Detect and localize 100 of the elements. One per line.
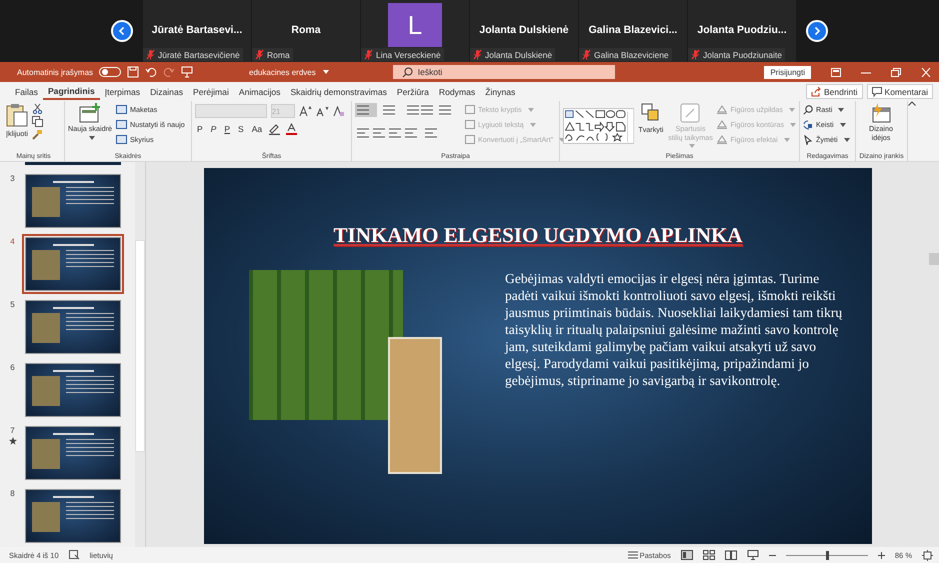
slide-thumbnail[interactable] xyxy=(25,363,121,417)
notes-icon xyxy=(628,551,638,559)
undo-icon[interactable] xyxy=(145,66,158,78)
slide-sorter-icon[interactable] xyxy=(702,550,715,560)
slide-number: 4 xyxy=(10,237,15,246)
slide-thumbnail[interactable] xyxy=(25,300,121,354)
caret-icon xyxy=(844,138,850,142)
sign-in-button[interactable]: Prisijungti xyxy=(764,66,811,78)
shrink-font-icon[interactable] xyxy=(316,106,329,116)
search-icon xyxy=(402,66,413,78)
caret-icon xyxy=(528,108,534,112)
scissors-icon[interactable] xyxy=(32,103,43,114)
grow-font-icon[interactable] xyxy=(299,106,312,116)
format-button[interactable]: P xyxy=(195,123,205,135)
participant-title: Jolanta Dulskienė xyxy=(479,24,569,36)
slide-thumbnail[interactable] xyxy=(25,489,121,543)
layout-icon xyxy=(116,105,127,114)
avatar: L xyxy=(388,3,442,47)
ribbon-display-icon[interactable] xyxy=(831,68,841,76)
slide-number: 3 xyxy=(10,174,15,183)
caret-icon xyxy=(530,122,536,126)
comment-icon xyxy=(872,86,882,96)
participant-title: Roma xyxy=(291,24,321,36)
format-painter-icon[interactable] xyxy=(32,129,43,140)
slide-thumbnail[interactable] xyxy=(25,237,121,291)
format-button[interactable]: P xyxy=(208,123,218,135)
document-title[interactable]: edukacines erdves xyxy=(249,68,329,76)
ribbon-tab[interactable]: Dizainas xyxy=(145,83,188,100)
close-icon[interactable] xyxy=(921,68,931,76)
slide-number: 5 xyxy=(10,300,15,309)
participant-name: Roma xyxy=(267,50,290,60)
restore-icon[interactable] xyxy=(891,68,901,76)
participant-name: Jolanta Dulskienė xyxy=(485,50,552,60)
ribbon-tab[interactable]: Perėjimai xyxy=(188,83,234,100)
ribbon-tab[interactable]: Žinynas xyxy=(480,83,520,100)
share-button[interactable]: Bendrinti xyxy=(806,84,863,99)
slide-thumbnail[interactable] xyxy=(25,426,121,480)
font-name-field[interactable] xyxy=(195,104,267,118)
font-color-icon[interactable] xyxy=(285,123,298,135)
clear-format-icon[interactable] xyxy=(333,106,345,116)
layout-icon xyxy=(116,135,127,144)
collapse-ribbon-icon[interactable] xyxy=(908,101,916,106)
participant-name: Lina Verseckienė xyxy=(376,50,441,60)
participant-name: Galina Blazeviciene xyxy=(594,50,669,60)
search-icon xyxy=(803,104,813,114)
comments-button[interactable]: Komentarai xyxy=(866,84,933,99)
format-button[interactable]: Aa xyxy=(250,123,264,135)
fit-to-window-icon[interactable] xyxy=(922,550,933,560)
participant-title: Jūratė Bartasevi... xyxy=(152,24,242,36)
presentation-icon[interactable] xyxy=(181,66,194,78)
scrollbar[interactable] xyxy=(135,162,145,547)
ribbon-tab[interactable]: Animacijos xyxy=(234,83,286,100)
slide-title: TINKAMO ELGESIO UGDYMO APLINKA xyxy=(334,223,742,248)
layout-icon xyxy=(116,120,127,129)
next-button[interactable] xyxy=(806,20,828,42)
caret-icon xyxy=(688,144,695,148)
normal-view-icon[interactable] xyxy=(680,550,693,560)
highlight-icon[interactable] xyxy=(268,123,282,135)
participant-name: Jolanta Puodziunaite xyxy=(703,50,782,60)
chevron-right-icon xyxy=(812,26,822,36)
accessibility-icon[interactable] xyxy=(68,550,80,560)
participant-title: Galina Blazevici... xyxy=(588,24,678,36)
replace-icon xyxy=(803,120,813,130)
copy-icon[interactable] xyxy=(32,116,43,127)
participant-title: Jolanta Puodziu... xyxy=(697,24,787,36)
caret-icon xyxy=(788,108,795,112)
caret-icon xyxy=(838,108,844,112)
caret-icon xyxy=(322,70,329,74)
slide-number: 8 xyxy=(10,489,15,498)
format-button[interactable]: S xyxy=(236,123,246,135)
zoom-in-icon[interactable] xyxy=(878,552,885,558)
caret-icon xyxy=(790,122,796,126)
previous-button[interactable] xyxy=(111,20,133,42)
ribbon-tab[interactable]: Failas xyxy=(10,83,43,100)
save-icon[interactable] xyxy=(127,66,140,78)
autosave-toggle[interactable] xyxy=(99,67,122,77)
slide-number: 6 xyxy=(10,363,15,372)
shape-format-icon xyxy=(717,135,728,144)
format-button[interactable]: P xyxy=(222,123,232,135)
shape-format-icon xyxy=(717,105,728,114)
caret-icon xyxy=(840,122,846,126)
shape-format-icon xyxy=(717,120,728,129)
chevron-left-icon xyxy=(117,26,127,36)
ribbon-tab[interactable]: Skaidrių demonstravimas xyxy=(285,83,392,100)
ribbon-tab[interactable]: Rodymas xyxy=(434,83,480,100)
slideshow-icon[interactable] xyxy=(746,550,759,560)
share-icon xyxy=(810,86,821,96)
shapes-gallery-drawing[interactable] xyxy=(563,105,634,147)
autosave-label: Automatinis įrašymas xyxy=(17,68,94,76)
caret-icon xyxy=(784,138,790,142)
caret-icon xyxy=(88,136,94,140)
slide-number: 7 xyxy=(10,426,15,435)
search-field[interactable]: Ieškoti xyxy=(392,65,615,79)
slide-paragraph: Gebėjimas valdyti emocijas ir elgesį nėra įgimtas. Turime padėti vaikui išmokti kontroliuoti savo elgesį, išmokti reikšti jausmus priimtinais būdais. Nuosekliai laikydamiesi tam tikrų taisyklių ir ritualų palaipsniui galėsime mažinti savo kontrolę jam, suteikdami galimybę pačiam vaikui atsakyti už savo elgesį. Parodydami vaikui pasitikėjimą, pripažindami jo gebėjimus, stipriname jo savigarbą ir savikontrolę. xyxy=(505,270,844,390)
slide-thumbnail[interactable] xyxy=(25,174,121,228)
reading-view-icon[interactable] xyxy=(724,550,737,560)
participant-name: Jūratė Bartasevičienė xyxy=(158,50,240,60)
ribbon-tab[interactable]: Peržiūra xyxy=(392,83,434,100)
cursor-icon xyxy=(803,134,813,144)
ribbon-tab[interactable]: Įterpimas xyxy=(100,83,146,100)
